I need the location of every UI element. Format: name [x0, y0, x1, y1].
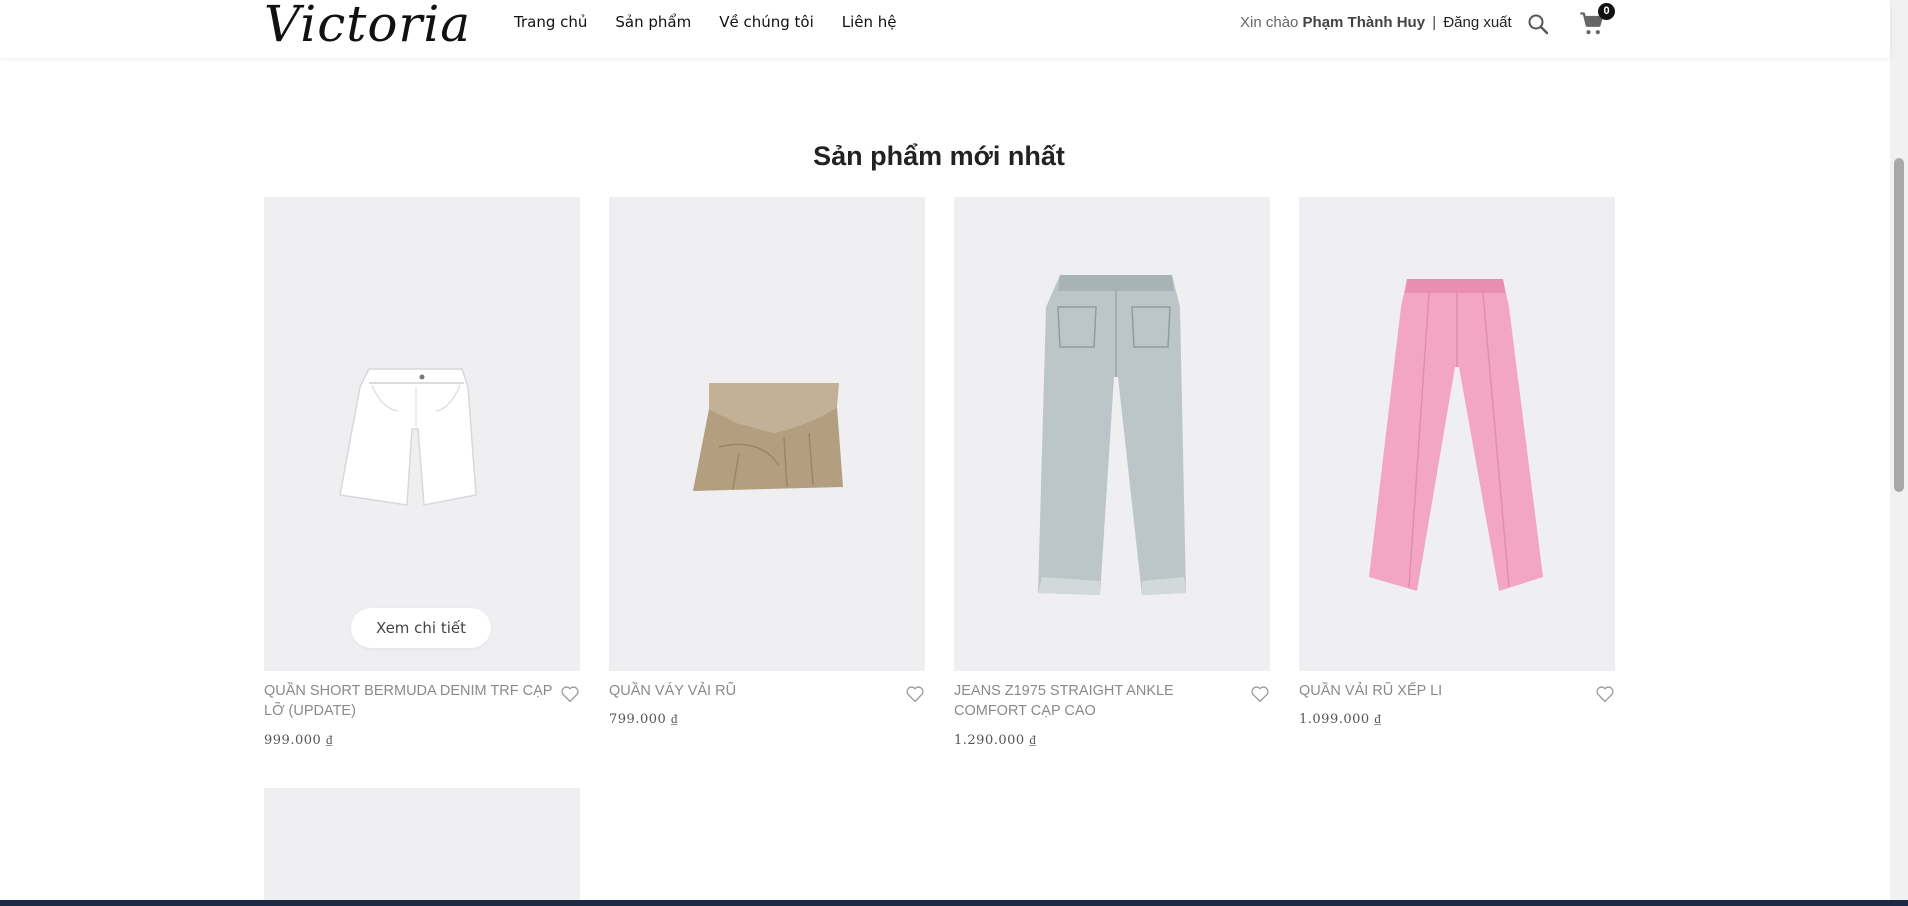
product-card[interactable]: JEANS Z1975 STRAIGHT ANKLE COMFORT CẠP C… [954, 197, 1270, 748]
pink-trousers-image [1369, 279, 1543, 591]
product-image[interactable] [609, 197, 925, 671]
account-area: Xin chào Phạm Thành Huy | Đăng xuất [1240, 14, 1512, 31]
page: Victoria Trang chủ Sản phẩm Về chúng tôi… [0, 0, 1908, 906]
product-price: 799.000 ₫ [609, 712, 679, 727]
product-price: 999.000 ₫ [264, 733, 334, 748]
product-price: 1.099.000 ₫ [1299, 712, 1382, 727]
product-card[interactable]: QUẦN VẢI RŨ XẾP LI 1.099.000 ₫ [1299, 197, 1615, 727]
cart-count-badge: 0 [1598, 3, 1615, 20]
product-card[interactable] [264, 788, 580, 906]
product-card[interactable]: QUẦN VÁY VẢI RŨ 799.000 ₫ [609, 197, 925, 727]
product-name[interactable]: QUẦN VÁY VẢI RŨ [609, 681, 899, 701]
taskbar-edge [0, 900, 1908, 906]
user-name[interactable]: Phạm Thành Huy [1303, 14, 1426, 31]
brand-logo[interactable]: Victoria [264, 0, 471, 54]
white-shorts-image [339, 368, 477, 506]
heart-icon[interactable] [1250, 685, 1270, 703]
main-nav: Trang chủ Sản phẩm Về chúng tôi Liên hệ [514, 13, 897, 31]
nav-link-home[interactable]: Trang chủ [514, 13, 587, 31]
product-image[interactable] [1299, 197, 1615, 671]
heart-icon[interactable] [1595, 685, 1615, 703]
product-image[interactable]: Xem chi tiết [264, 197, 580, 671]
page-scrollbar[interactable] [1890, 0, 1908, 906]
search-icon[interactable] [1526, 12, 1550, 36]
product-name[interactable]: QUẦN VẢI RŨ XẾP LI [1299, 681, 1589, 701]
heart-icon[interactable] [905, 685, 925, 703]
account-separator: | [1432, 14, 1437, 31]
heart-icon[interactable] [560, 685, 580, 703]
beige-skort-image [693, 383, 843, 491]
jeans-image [1038, 275, 1186, 595]
product-image[interactable] [264, 788, 580, 906]
section-title: Sản phẩm mới nhất [813, 141, 1065, 171]
nav-link-about[interactable]: Về chúng tôi [719, 13, 814, 31]
greeting-text: Xin chào [1240, 14, 1299, 31]
logout-link[interactable]: Đăng xuất [1443, 14, 1511, 31]
scrollbar-thumb[interactable] [1894, 158, 1904, 492]
product-card[interactable]: Xem chi tiết QUẦN SHORT BERMUDA DENIM TR… [264, 197, 580, 748]
product-name[interactable]: QUẦN SHORT BERMUDA DENIM TRF CẠP LỠ (UPD… [264, 681, 554, 721]
nav-link-contact[interactable]: Liên hệ [842, 13, 897, 31]
product-image[interactable] [954, 197, 1270, 671]
nav-link-products[interactable]: Sản phẩm [615, 13, 691, 31]
site-header: Victoria Trang chủ Sản phẩm Về chúng tôi… [0, 0, 1890, 58]
view-detail-button[interactable]: Xem chi tiết [351, 608, 491, 648]
product-name[interactable]: JEANS Z1975 STRAIGHT ANKLE COMFORT CẠP C… [954, 681, 1244, 721]
product-price: 1.290.000 ₫ [954, 733, 1037, 748]
